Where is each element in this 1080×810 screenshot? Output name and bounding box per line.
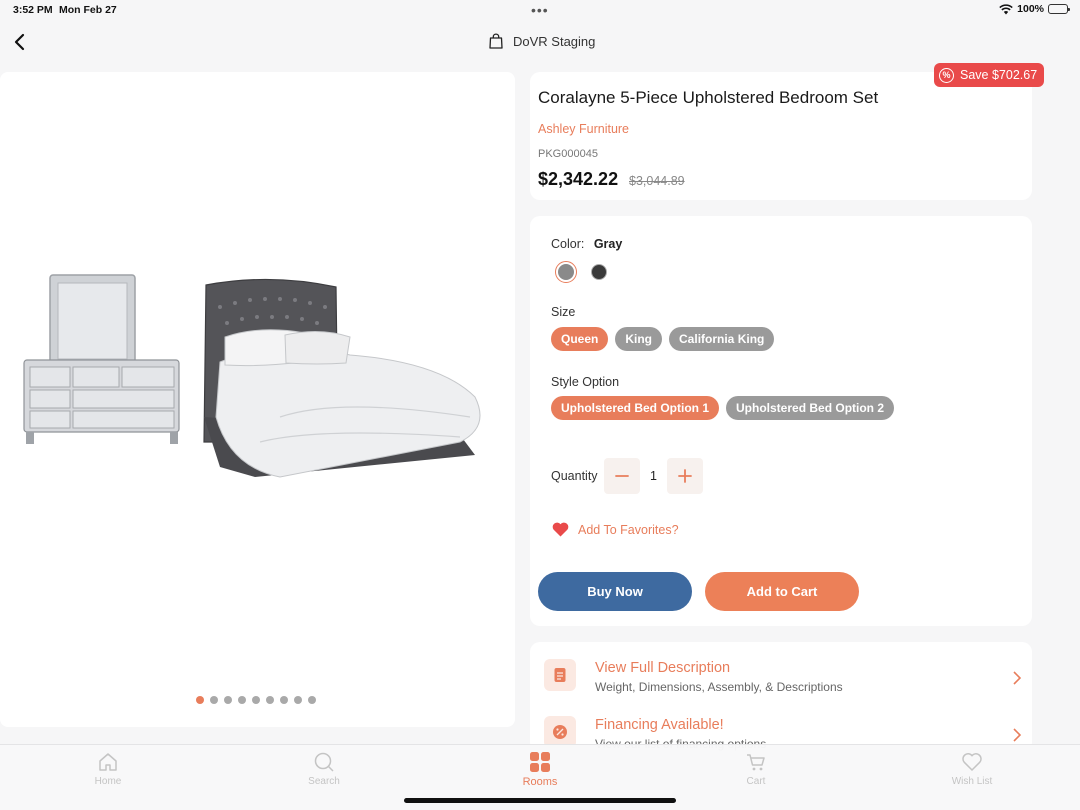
plus-icon xyxy=(678,469,692,483)
swatch-fill xyxy=(558,264,574,280)
top-bar: DoVR Staging xyxy=(0,20,1080,64)
page-dot[interactable] xyxy=(238,696,246,704)
original-price: $3,044.89 xyxy=(629,174,685,188)
home-indicator[interactable] xyxy=(404,798,676,803)
add-to-cart-button[interactable]: Add to Cart xyxy=(705,572,859,611)
size-label: Size xyxy=(551,305,576,319)
color-swatch-black[interactable] xyxy=(588,261,610,283)
multitasking-dots-icon[interactable]: ••• xyxy=(531,2,549,18)
save-amount: Save $702.67 xyxy=(960,68,1038,82)
tab-label: Wish List xyxy=(951,776,993,787)
page-dot[interactable] xyxy=(294,696,302,704)
status-date: Mon Feb 27 xyxy=(59,4,117,16)
document-icon xyxy=(544,659,576,691)
product-options-card: Color: Gray Size Queen King California K… xyxy=(530,216,1032,626)
heart-icon xyxy=(962,753,982,772)
chevron-left-icon xyxy=(14,33,25,51)
product-price: $2,342.22 xyxy=(538,169,619,189)
product-links-card: View Full Description Weight, Dimensions… xyxy=(530,642,1032,752)
chevron-right-icon xyxy=(1013,671,1022,685)
buy-now-button[interactable]: Buy Now xyxy=(538,572,692,611)
size-options: Queen King California King xyxy=(551,327,775,351)
favorites-label: Add To Favorites? xyxy=(578,522,679,537)
increase-quantity-button[interactable] xyxy=(667,458,703,494)
heart-icon xyxy=(552,522,569,537)
tab-rooms[interactable]: Rooms xyxy=(500,751,580,788)
tab-label: Home xyxy=(94,776,122,787)
tab-label: Rooms xyxy=(522,776,558,788)
store-name: DoVR Staging xyxy=(513,33,596,49)
status-right: 100% xyxy=(999,3,1070,15)
page-dot[interactable] xyxy=(308,696,316,704)
tab-label: Search xyxy=(308,776,340,787)
page-dot[interactable] xyxy=(266,696,274,704)
quantity-label: Quantity xyxy=(551,469,598,483)
search-icon xyxy=(314,752,334,772)
status-bar: 3:52 PM Mon Feb 27 ••• 100% xyxy=(0,0,1080,20)
style-option-2[interactable]: Upholstered Bed Option 2 xyxy=(726,396,895,420)
link-subtitle: Weight, Dimensions, Assembly, & Descript… xyxy=(595,680,843,694)
style-option-1[interactable]: Upholstered Bed Option 1 xyxy=(551,396,720,420)
status-time: 3:52 PM xyxy=(13,4,53,16)
size-option-california-king[interactable]: California King xyxy=(669,327,775,351)
tab-label: Cart xyxy=(746,776,766,787)
rooms-grid-icon xyxy=(530,752,550,772)
cart-icon xyxy=(747,754,765,771)
decrease-quantity-button[interactable] xyxy=(604,458,640,494)
save-badge: % Save $702.67 xyxy=(934,63,1045,87)
product-sku: PKG000045 xyxy=(538,148,598,160)
style-label: Style Option xyxy=(551,375,620,389)
product-gallery[interactable] xyxy=(0,72,515,727)
quantity-stepper: Quantity 1 xyxy=(551,458,703,494)
tab-home[interactable]: Home xyxy=(68,751,148,787)
percent-badge-icon: % xyxy=(939,67,954,83)
link-title: Financing Available! xyxy=(595,717,724,733)
gallery-pagination[interactable] xyxy=(196,696,316,704)
style-options: Upholstered Bed Option 1 Upholstered Bed… xyxy=(551,396,895,420)
product-image[interactable] xyxy=(20,267,500,487)
store-label: DoVR Staging xyxy=(487,32,595,50)
page-dot[interactable] xyxy=(280,696,288,704)
add-to-favorites[interactable]: Add To Favorites? xyxy=(552,522,679,537)
quantity-value: 1 xyxy=(650,469,657,483)
battery-percent: 100% xyxy=(1017,3,1044,15)
color-value: Gray xyxy=(593,237,623,251)
color-swatch-gray[interactable] xyxy=(555,261,577,283)
chevron-right-icon xyxy=(1013,728,1022,742)
page-dot[interactable] xyxy=(252,696,260,704)
page-dot[interactable] xyxy=(210,696,218,704)
page-dot[interactable] xyxy=(196,696,204,704)
brand-link[interactable]: Ashley Furniture xyxy=(538,122,629,136)
back-button[interactable] xyxy=(8,28,32,56)
home-icon xyxy=(99,753,117,771)
page-dot[interactable] xyxy=(224,696,232,704)
link-title: View Full Description xyxy=(595,660,731,676)
wifi-icon xyxy=(999,3,1013,14)
tab-wish-list[interactable]: Wish List xyxy=(932,751,1012,787)
color-option: Color: Gray xyxy=(551,237,622,251)
shopping-bag-icon xyxy=(489,33,503,49)
tab-cart[interactable]: Cart xyxy=(716,751,796,787)
financing-available-link[interactable]: Financing Available! View our list of fi… xyxy=(530,699,1032,751)
product-info-card: Coralayne 5-Piece Upholstered Bedroom Se… xyxy=(530,72,1032,200)
size-option-queen[interactable]: Queen xyxy=(551,327,609,351)
product-title: Coralayne 5-Piece Upholstered Bedroom Se… xyxy=(538,88,879,107)
view-full-description-link[interactable]: View Full Description Weight, Dimensions… xyxy=(530,642,1032,694)
battery-icon xyxy=(1048,4,1070,14)
minus-icon xyxy=(615,475,629,477)
size-option-king[interactable]: King xyxy=(615,327,663,351)
swatch-fill xyxy=(591,264,607,280)
color-label: Color: xyxy=(551,237,585,251)
tab-search[interactable]: Search xyxy=(284,751,364,787)
